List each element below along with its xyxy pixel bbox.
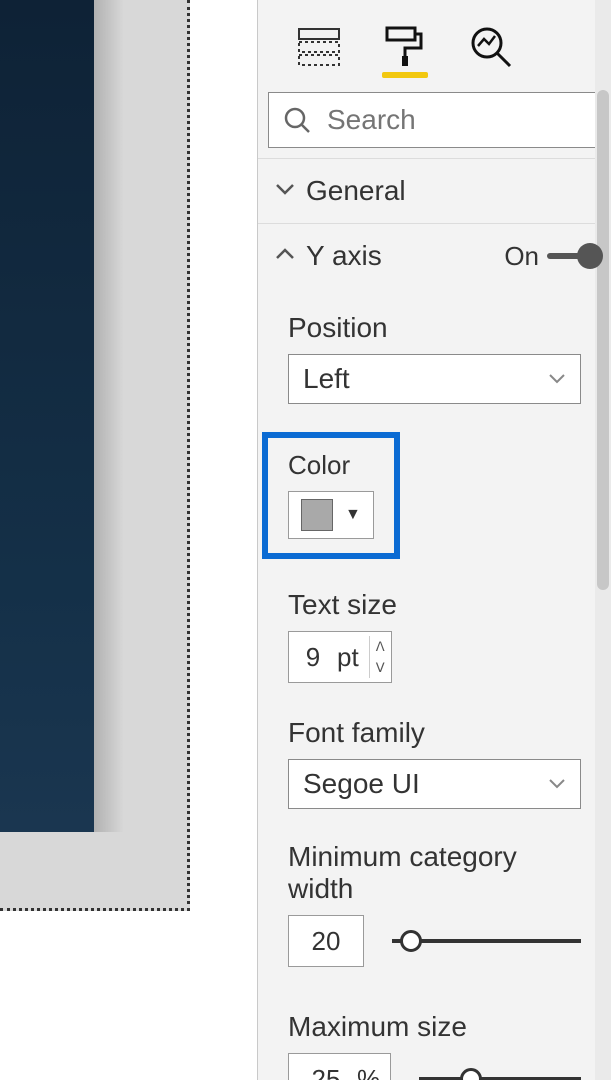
analytics-tab[interactable] [468, 26, 514, 68]
font-family-label: Font family [288, 717, 581, 749]
format-pane: General Y axis On Position Left Color [257, 0, 611, 1080]
chevron-down-icon [274, 182, 296, 201]
fields-tab[interactable] [296, 28, 342, 66]
section-general[interactable]: General [258, 158, 611, 223]
format-tab-strip [258, 0, 611, 84]
section-y-axis-title: Y axis [306, 240, 504, 272]
chevron-up-icon [274, 247, 296, 266]
search-icon [283, 106, 311, 134]
font-family-select[interactable]: Segoe UI [288, 759, 581, 809]
min-cat-width-box[interactable] [288, 915, 364, 967]
paint-roller-icon [385, 26, 425, 68]
color-swatch [301, 499, 333, 531]
section-y-axis[interactable]: Y axis On [258, 223, 611, 288]
text-size-label: Text size [288, 589, 581, 621]
canvas-page [0, 0, 190, 911]
search-box[interactable] [268, 92, 601, 148]
position-label: Position [288, 312, 581, 344]
y-axis-toggle[interactable]: On [504, 241, 599, 272]
pane-scrollbar[interactable] [595, 0, 611, 1080]
visual-shadow [94, 0, 124, 832]
fields-icon [298, 28, 340, 66]
text-size-input[interactable] [289, 641, 337, 674]
search-wrapper [268, 92, 601, 148]
y-axis-body: Position Left Color ▼ Text size pt ᐱ [258, 288, 611, 1080]
report-canvas [0, 0, 257, 1080]
max-size-unit: % [353, 1064, 380, 1080]
max-size-label: Maximum size [288, 1011, 581, 1043]
position-value: Left [303, 363, 350, 395]
y-axis-toggle-label: On [504, 241, 539, 272]
toggle-track [547, 253, 599, 259]
max-size-box[interactable]: % [288, 1053, 391, 1080]
pane-scrollbar-thumb[interactable] [597, 90, 609, 590]
caret-down-icon: ▼ [345, 506, 361, 524]
color-label: Color [288, 450, 374, 481]
min-cat-width-input[interactable] [299, 925, 353, 958]
min-cat-width-label: Minimum category width [288, 841, 581, 905]
chevron-down-icon [548, 373, 566, 385]
position-select[interactable]: Left [288, 354, 581, 404]
font-family-value: Segoe UI [303, 768, 420, 800]
active-tab-underline [382, 72, 428, 78]
max-size-slider[interactable] [419, 1066, 581, 1080]
visual-placeholder[interactable] [0, 0, 94, 832]
max-size-row: % [288, 1053, 581, 1080]
color-highlight-box: Color ▼ [262, 432, 400, 559]
slider-knob[interactable] [400, 930, 422, 952]
chevron-down-icon [548, 778, 566, 790]
text-size-spinner[interactable]: pt ᐱ ᐯ [288, 631, 392, 683]
min-cat-width-slider[interactable] [392, 928, 581, 954]
spinner-buttons: ᐱ ᐯ [369, 636, 391, 678]
search-input[interactable] [325, 103, 586, 137]
max-size-input[interactable] [299, 1063, 353, 1080]
spinner-up[interactable]: ᐱ [370, 636, 391, 657]
min-cat-width-row [288, 915, 581, 967]
text-size-unit: pt [337, 642, 369, 673]
slider-knob[interactable] [460, 1068, 482, 1080]
color-picker[interactable]: ▼ [288, 491, 374, 539]
toggle-knob [577, 243, 603, 269]
section-general-title: General [306, 175, 599, 207]
format-tab[interactable] [382, 26, 428, 68]
analytics-icon [470, 26, 512, 68]
spinner-down[interactable]: ᐯ [370, 657, 391, 678]
